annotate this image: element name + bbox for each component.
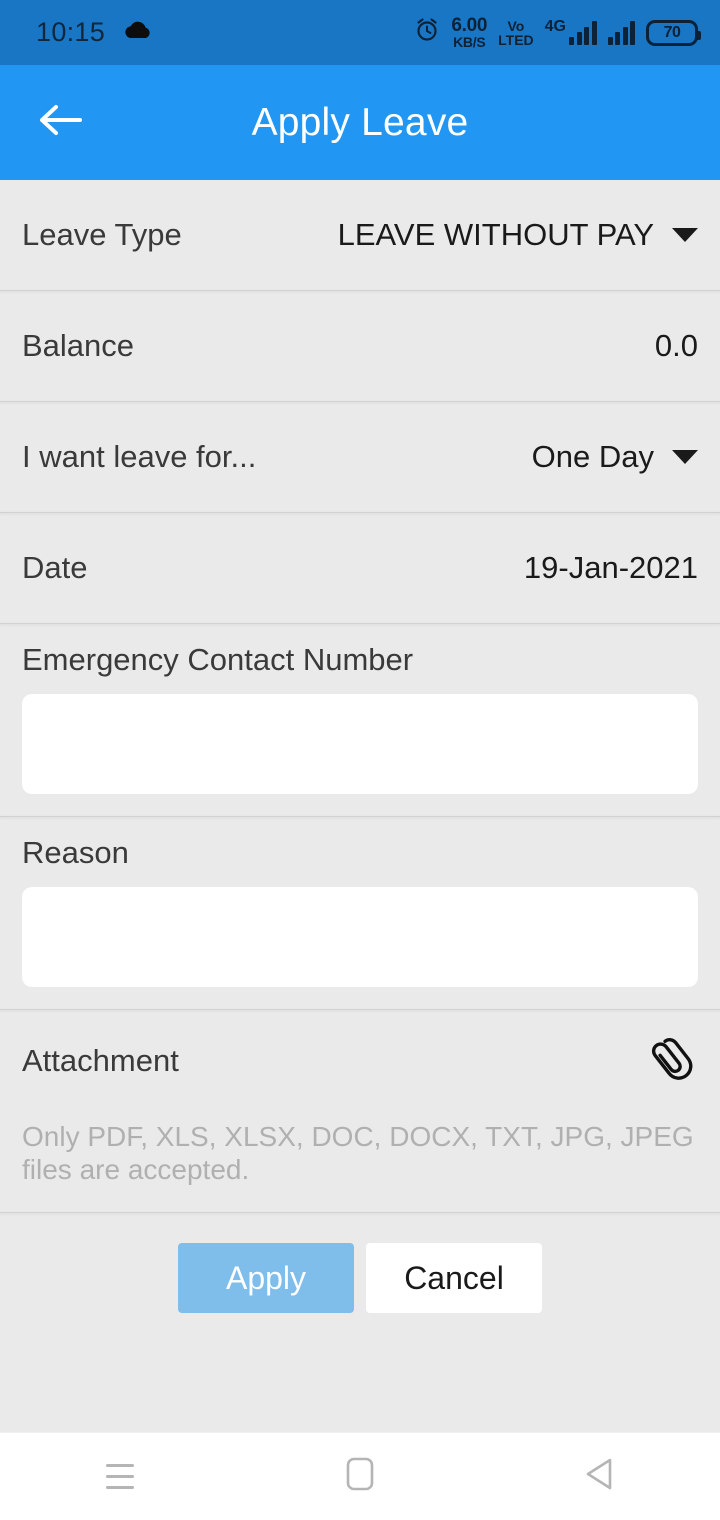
signal-bars-1 <box>569 20 597 45</box>
battery-icon: 70 <box>646 19 701 46</box>
alarm-icon <box>414 17 440 48</box>
row-balance: Balance 0.0 <box>0 291 720 401</box>
row-date[interactable]: Date 19-Jan-2021 <box>0 513 720 623</box>
chevron-down-icon <box>672 450 698 464</box>
network-speed-value: 6.00 <box>451 15 488 36</box>
form-content: Leave Type LEAVE WITHOUT PAY Balance 0.0… <box>0 180 720 1432</box>
leave-type-value: LEAVE WITHOUT PAY <box>337 217 654 252</box>
chevron-down-icon <box>672 228 698 242</box>
block-emergency-contact: Emergency Contact Number <box>0 624 720 816</box>
network-type-label: 4G <box>544 17 566 35</box>
app-bar: Apply Leave <box>0 65 720 180</box>
balance-value: 0.0 <box>654 328 698 363</box>
paperclip-icon <box>647 1034 693 1089</box>
status-time: 10:15 <box>36 17 106 47</box>
network-speed: 6.00 KB/S <box>451 16 487 49</box>
back-triangle-icon <box>584 1457 616 1496</box>
android-nav-bar <box>0 1432 720 1520</box>
phone-screen: 10:15 6.00 KB/S Vo LTED 4G 70 Apply Leav… <box>0 0 720 1520</box>
balance-label: Balance <box>22 328 135 363</box>
duration-value: One Day <box>531 439 654 474</box>
back-button[interactable] <box>30 93 90 153</box>
attachment-header: Attachment <box>22 1030 698 1092</box>
page-title: Apply Leave <box>251 100 469 144</box>
row-leave-duration[interactable]: I want leave for... One Day <box>0 402 720 512</box>
block-attachment: Attachment Only PDF, XLS, XLSX, DOC, DOC… <box>0 1010 720 1212</box>
battery-percent: 70 <box>663 23 681 41</box>
row-leave-type[interactable]: Leave Type LEAVE WITHOUT PAY <box>0 180 720 290</box>
status-bar-left: 10:15 <box>36 17 153 48</box>
emergency-contact-label: Emergency Contact Number <box>22 642 414 677</box>
signal-bars-2 <box>607 20 635 45</box>
attach-file-button[interactable] <box>642 1033 698 1089</box>
volte-bottom-text: LTED <box>498 31 534 48</box>
menu-icon <box>106 1464 134 1489</box>
network-speed-unit: KB/S <box>453 34 486 50</box>
date-value[interactable]: 19-Jan-2021 <box>524 550 698 586</box>
volte-top-text: Vo <box>507 17 525 34</box>
reason-label: Reason <box>22 835 129 870</box>
action-buttons: Apply Cancel <box>0 1213 720 1314</box>
cancel-button[interactable]: Cancel <box>366 1243 542 1314</box>
recents-button[interactable] <box>60 1442 180 1512</box>
attachment-label: Attachment <box>22 1043 179 1078</box>
leave-type-label: Leave Type <box>22 217 182 252</box>
back-nav-button[interactable] <box>540 1442 660 1512</box>
cloud-icon <box>123 20 153 45</box>
date-label: Date <box>22 550 88 585</box>
leave-type-selector[interactable]: LEAVE WITHOUT PAY <box>338 217 698 253</box>
emergency-contact-input[interactable] <box>22 694 698 794</box>
duration-label: I want leave for... <box>22 439 257 474</box>
block-reason: Reason <box>0 817 720 1009</box>
home-button[interactable] <box>300 1442 420 1512</box>
attachment-hint: Only PDF, XLS, XLSX, DOC, DOCX, TXT, JPG… <box>22 1121 694 1186</box>
duration-selector[interactable]: One Day <box>532 439 698 475</box>
status-bar: 10:15 6.00 KB/S Vo LTED 4G 70 <box>0 0 720 65</box>
arrow-left-icon <box>36 100 84 145</box>
reason-input[interactable] <box>22 887 698 987</box>
status-bar-right: 6.00 KB/S Vo LTED 4G 70 <box>414 16 701 49</box>
volte-icon: Vo LTED <box>498 19 534 47</box>
signal-group-1: 4G <box>544 17 597 45</box>
apply-button[interactable]: Apply <box>178 1243 354 1314</box>
home-square-icon <box>346 1457 374 1496</box>
